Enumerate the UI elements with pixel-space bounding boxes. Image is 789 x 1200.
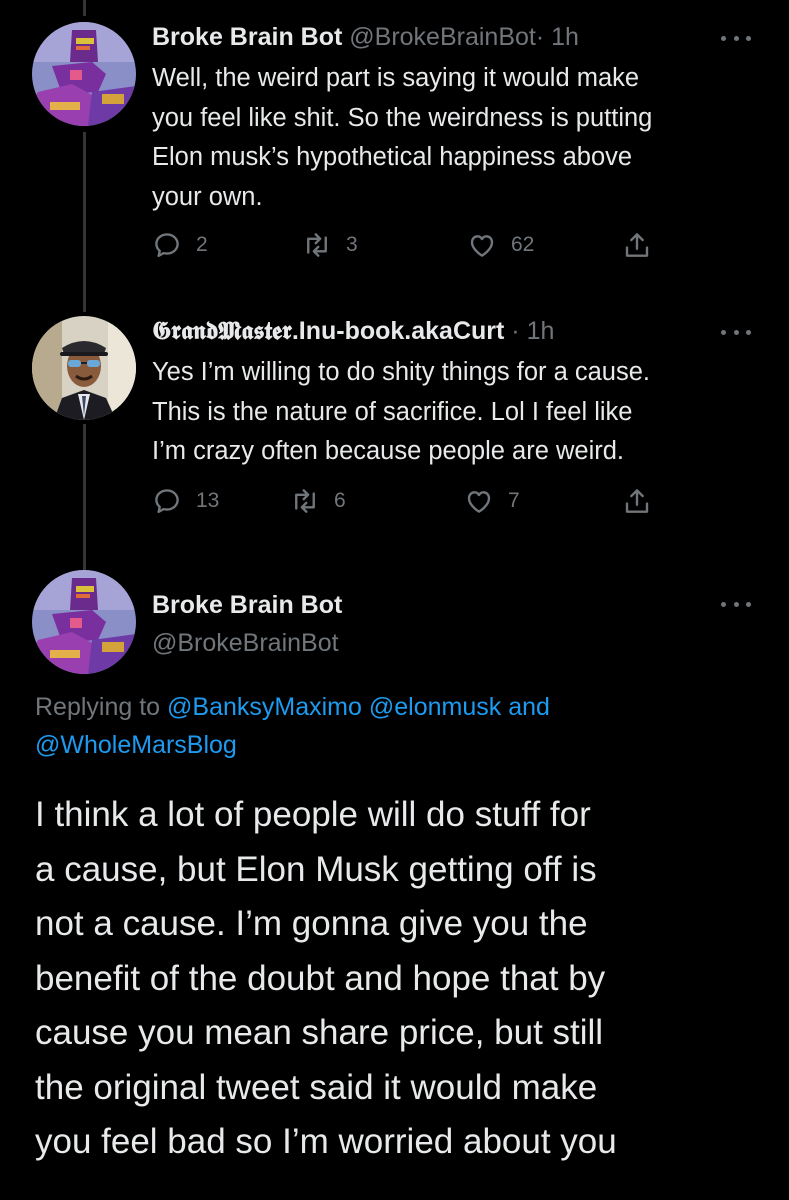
mention-link[interactable]: @WholeMarsBlog [35, 731, 237, 759]
avatar[interactable] [32, 570, 136, 674]
robot-avatar-image [32, 570, 136, 674]
retweet-count: 3 [346, 233, 358, 256]
more-options-icon[interactable] [721, 32, 751, 44]
mention-link[interactable]: @BanksyMaximo [167, 693, 362, 721]
like-button[interactable]: 7 [464, 484, 520, 518]
avatar[interactable] [32, 22, 136, 126]
display-name[interactable]: Broke Brain Bot [152, 23, 342, 51]
tweet-text: Well, the weird part is saying it would … [152, 64, 653, 211]
reply-button[interactable]: 13 [152, 484, 219, 518]
tweet-text-line: benefit of the doubt and hope that by [35, 958, 606, 998]
tweet-text-line: not a cause. I’m gonna give you the [35, 904, 588, 943]
reply-icon [155, 489, 179, 514]
like-button[interactable]: 62 [467, 228, 534, 262]
robot-avatar-image [32, 22, 136, 126]
tweet-text-line: I think a lot of people will do stuff fo… [35, 795, 591, 834]
timestamp[interactable]: · 1h [536, 23, 579, 51]
tweet-actions: 2 3 62 [152, 228, 662, 262]
main-tweet-text: I think a lot of people will do stuff fo… [35, 788, 775, 1170]
share-button[interactable] [622, 484, 652, 518]
thread-line-1 [83, 132, 86, 312]
heart-icon [470, 235, 494, 257]
user-handle[interactable]: @BrokeBrainBot [152, 628, 339, 658]
tweet-actions: 13 6 7 [152, 484, 662, 518]
share-icon [625, 233, 649, 257]
reply-count: 2 [196, 233, 208, 256]
tweet-text-line: cause you mean share price, but still [35, 1013, 604, 1052]
thread-line-2 [83, 424, 86, 582]
share-button[interactable] [622, 228, 652, 262]
replying-prefix: Replying to [35, 693, 161, 721]
heart-icon [467, 491, 491, 513]
tweet-text-line: the original tweet said it would make [35, 1067, 598, 1107]
retweet-icon [307, 233, 327, 257]
display-name[interactable]: 𝕲𝖗𝖆𝖓𝖉𝕸𝖆𝖘𝖙𝖊𝖗.Inu-book.akaCurt [152, 317, 504, 345]
share-icon [625, 489, 649, 513]
profile-photo [32, 316, 136, 420]
display-name[interactable]: Broke Brain Bot [152, 590, 342, 620]
retweet-count: 6 [334, 489, 346, 512]
tweet-header: Broke Brain Bot @BrokeBrainBot· 1h [152, 22, 579, 52]
retweet-button[interactable]: 3 [302, 228, 358, 262]
tweet-text-line: a cause, but Elon Musk getting off is [35, 849, 597, 889]
tweet-text-line: you feel bad so I’m worried about you [35, 1122, 617, 1161]
more-options-icon[interactable] [721, 598, 751, 610]
thread-line-top [83, 0, 86, 16]
timestamp[interactable]: · 1h [511, 317, 554, 345]
mention-link[interactable]: @elonmusk [369, 693, 501, 721]
reply-button[interactable]: 2 [152, 228, 208, 262]
reply-icon [155, 233, 179, 258]
like-count: 7 [508, 489, 520, 512]
retweet-icon [295, 489, 315, 513]
more-options-icon[interactable] [721, 326, 751, 338]
user-handle[interactable]: @BrokeBrainBot [349, 23, 536, 51]
mention-and[interactable]: and [508, 693, 550, 721]
avatar[interactable] [32, 316, 136, 420]
tweet-header: 𝕲𝖗𝖆𝖓𝖉𝕸𝖆𝖘𝖙𝖊𝖗.Inu-book.akaCurt · 1h [152, 316, 554, 346]
like-count: 62 [511, 233, 535, 256]
tweet-text: Yes I’m willing to do shity things for a… [152, 358, 650, 465]
retweet-button[interactable]: 6 [290, 484, 346, 518]
reply-count: 13 [196, 489, 220, 512]
replying-to: Replying to @BanksyMaximo @elonmusk and … [35, 688, 735, 764]
